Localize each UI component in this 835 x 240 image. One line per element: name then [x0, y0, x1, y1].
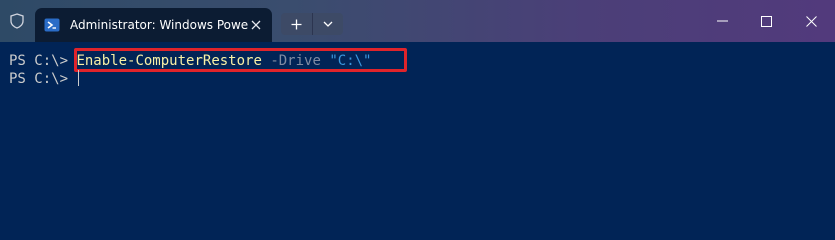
chevron-down-icon — [323, 21, 333, 27]
close-window-button[interactable] — [789, 0, 833, 42]
powershell-icon — [44, 17, 60, 33]
new-tab-button[interactable] — [281, 13, 313, 35]
shield-icon — [9, 13, 25, 29]
terminal-window: Administrator: Windows Powe PS C:\> Enab… — [0, 0, 835, 210]
prompt: PS C:\> — [9, 71, 69, 87]
terminal-output[interactable]: PS C:\> Enable-ComputerRestore -Drive "C… — [0, 42, 835, 210]
tab-powershell[interactable]: Administrator: Windows Powe — [35, 8, 272, 42]
minimize-button[interactable] — [700, 0, 744, 42]
prompt: PS C:\> — [9, 53, 69, 69]
terminal-line: PS C:\> — [9, 69, 80, 89]
profile-dropdown-button[interactable] — [313, 13, 343, 35]
minimize-icon — [716, 20, 728, 22]
maximize-icon — [760, 15, 772, 27]
plus-icon — [291, 19, 302, 29]
new-tab-group — [281, 13, 343, 35]
tab-close-icon[interactable] — [248, 17, 264, 33]
close-icon — [805, 15, 817, 27]
command-highlight-box — [74, 48, 407, 72]
text-cursor — [78, 70, 80, 86]
scrollbar[interactable] — [825, 42, 835, 210]
maximize-button[interactable] — [744, 0, 788, 42]
title-bar[interactable]: Administrator: Windows Powe — [0, 0, 835, 42]
tab-title: Administrator: Windows Powe — [70, 18, 248, 32]
